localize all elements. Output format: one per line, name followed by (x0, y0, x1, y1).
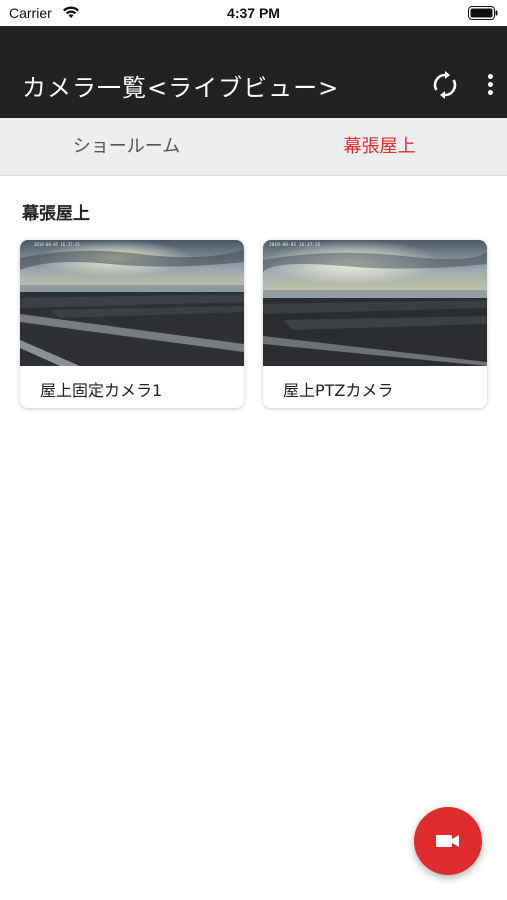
tab-showroom[interactable]: ショールーム (0, 118, 253, 176)
svg-text:2019-08-05 16:37:25: 2019-08-05 16:37:25 (269, 242, 321, 248)
more-dot (488, 90, 493, 95)
status-bar: Carrier 4:37 PM (0, 0, 507, 26)
refresh-button[interactable] (430, 70, 460, 100)
refresh-icon (433, 71, 457, 99)
camera-thumbnail: 2019-08-05 16:37:25 (20, 240, 244, 366)
tab-makuhari-rooftop[interactable]: 幕張屋上 (253, 118, 506, 176)
more-options-button[interactable] (478, 70, 502, 100)
clock: 4:37 PM (227, 5, 280, 21)
svg-text:2019-08-05 16:37:25: 2019-08-05 16:37:25 (34, 242, 80, 247)
camera-thumbnail: 2019-08-05 16:37:25 (263, 240, 487, 366)
camera-card-rooftop-fixed[interactable]: 2019-08-05 16:37:25 屋上固定カメラ1 (20, 240, 244, 408)
more-dot (488, 82, 493, 87)
video-camera-icon (436, 835, 459, 847)
camera-card-rooftop-ptz[interactable]: 2019-08-05 16:37:25 屋上PTZカメラ (263, 240, 487, 408)
section-title: 幕張屋上 (22, 204, 90, 224)
location-tabs: ショールーム 幕張屋上 (0, 118, 507, 176)
app-bar: カメラ一覧<ライブビュー> (0, 26, 507, 118)
camera-name: 屋上固定カメラ1 (40, 381, 163, 400)
page-title: カメラ一覧<ライブビュー> (22, 74, 340, 102)
camera-name: 屋上PTZカメラ (283, 381, 394, 400)
add-camera-fab[interactable] (414, 807, 482, 875)
battery-icon (468, 6, 498, 20)
more-vertical-icon (488, 74, 493, 79)
